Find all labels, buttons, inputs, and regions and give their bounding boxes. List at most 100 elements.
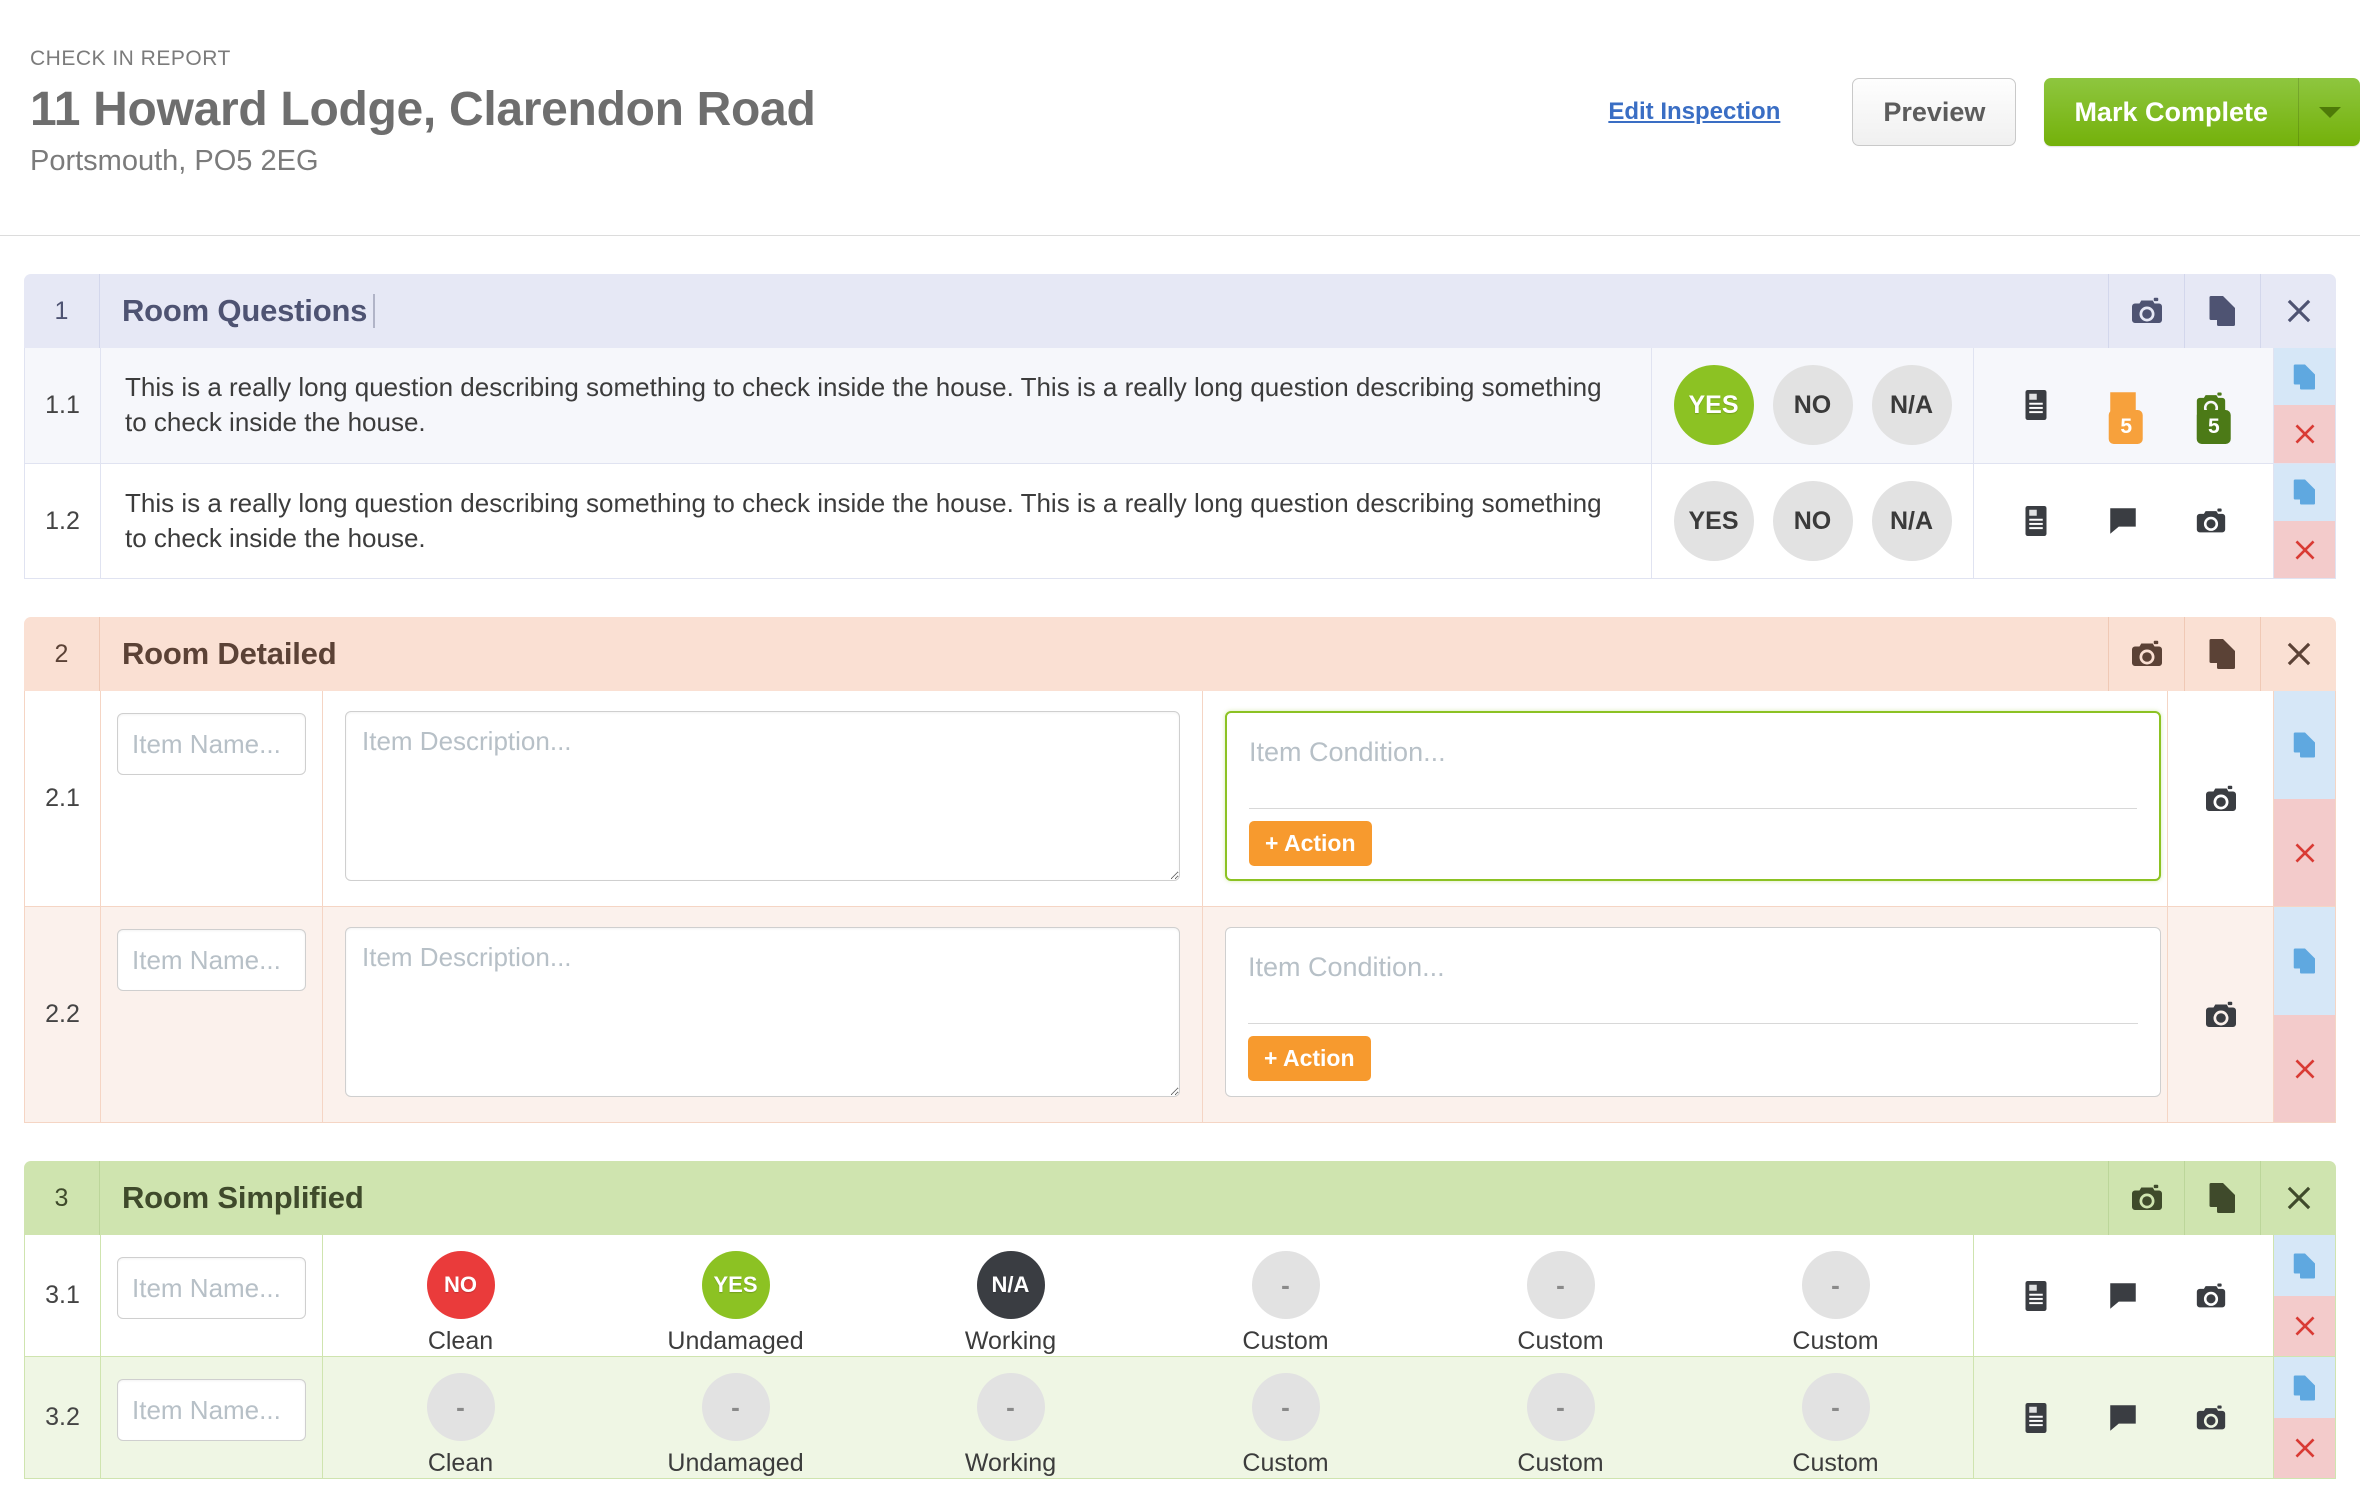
mark-complete-dropdown-button[interactable] <box>2298 78 2360 146</box>
camera-icon[interactable] <box>2167 907 2273 1123</box>
table-row: 2.1 Item Condition... + Action <box>24 691 2336 908</box>
duplicate-row-button[interactable] <box>2274 463 2335 522</box>
rating-toggle[interactable]: - <box>1526 1251 1595 1320</box>
comment-icon[interactable]: 5 <box>2095 372 2151 445</box>
item-condition-box[interactable]: Item Condition... + Action <box>1225 927 2161 1098</box>
answer-option-na[interactable]: N/A <box>1871 481 1952 562</box>
duplicate-row-button[interactable] <box>2274 1235 2335 1296</box>
delete-row-button[interactable] <box>2274 405 2335 463</box>
text-cursor <box>373 294 376 328</box>
rating-toggle[interactable]: - <box>1801 1373 1870 1442</box>
item-description-input[interactable] <box>345 711 1180 882</box>
item-condition-cell: Item Condition... + Action <box>1203 907 2167 1122</box>
section-duplicate-button[interactable] <box>2184 617 2260 692</box>
section-delete-button[interactable] <box>2260 617 2336 692</box>
rating-toggle[interactable]: - <box>1251 1251 1320 1320</box>
answer-option-no[interactable]: NO <box>1772 481 1853 562</box>
row-number: 2.1 <box>25 691 101 907</box>
text-cursor <box>342 637 344 671</box>
rating-toggle[interactable]: NO <box>426 1251 495 1320</box>
camera-icon[interactable]: 5 <box>2183 372 2239 445</box>
row-icons <box>1973 1235 2273 1357</box>
answer-option-na[interactable]: N/A <box>1871 365 1952 446</box>
section-camera-button[interactable] <box>2108 1161 2184 1236</box>
note-icon[interactable] <box>2008 1263 2064 1329</box>
add-action-button[interactable]: + Action <box>1248 1036 1371 1082</box>
mark-complete-button[interactable]: Mark Complete <box>2044 78 2298 146</box>
section-delete-button[interactable] <box>2260 1161 2336 1236</box>
add-action-button[interactable]: + Action <box>1249 821 1372 867</box>
delete-row-button[interactable] <box>2274 798 2335 907</box>
section-delete-button[interactable] <box>2260 274 2336 348</box>
rating-label: Custom <box>1242 1449 1329 1478</box>
rating-label: Custom <box>1242 1327 1329 1356</box>
table-row: 3.2 - Clean - Undamaged - Working - Cust… <box>24 1357 2336 1480</box>
item-name-input[interactable] <box>117 929 306 992</box>
item-description-cell <box>323 907 1203 1123</box>
camera-icon[interactable] <box>2183 1385 2239 1451</box>
section-duplicate-button[interactable] <box>2184 274 2260 348</box>
rating-toggle[interactable]: - <box>976 1373 1045 1442</box>
rating-toggle[interactable]: - <box>426 1373 495 1442</box>
row-number: 1.2 <box>25 463 101 579</box>
answer-option-yes[interactable]: YES <box>1673 481 1754 562</box>
rating-item: - Undamaged <box>598 1373 873 1478</box>
edit-inspection-link[interactable]: Edit Inspection <box>1608 98 1780 126</box>
item-condition-box[interactable]: Item Condition... + Action <box>1225 711 2161 882</box>
row-number: 1.1 <box>25 348 101 463</box>
row-actions <box>2273 1235 2335 1357</box>
note-icon[interactable] <box>2008 1385 2064 1451</box>
item-description-input[interactable] <box>345 927 1180 1098</box>
comment-icon[interactable] <box>2095 488 2151 554</box>
duplicate-row-button[interactable] <box>2274 1357 2335 1418</box>
rating-label: Custom <box>1517 1449 1604 1478</box>
table-row: 1.1 This is a really long question descri… <box>24 348 2336 464</box>
section-duplicate-button[interactable] <box>2184 1161 2260 1236</box>
camera-icon[interactable] <box>2183 488 2239 554</box>
camera-icon[interactable] <box>2183 1263 2239 1329</box>
item-name-input[interactable] <box>117 713 306 776</box>
row-actions <box>2273 463 2335 579</box>
section-title-field[interactable]: Room Questions <box>100 274 2108 348</box>
rating-toggle[interactable]: - <box>1801 1251 1870 1320</box>
item-condition-cell: Item Condition... + Action <box>1203 691 2167 906</box>
duplicate-row-button[interactable] <box>2274 691 2335 799</box>
row-actions <box>2273 1357 2335 1479</box>
note-icon[interactable] <box>2008 488 2064 554</box>
rating-toggle[interactable]: YES <box>701 1251 770 1320</box>
duplicate-row-button[interactable] <box>2274 348 2335 406</box>
rating-item: - Clean <box>323 1373 598 1478</box>
photo-count-badge: 5 <box>2196 410 2231 445</box>
question-text: This is a really long question describin… <box>125 487 1602 554</box>
comment-icon[interactable] <box>2095 1385 2151 1451</box>
row-icons <box>1973 463 2273 579</box>
page-header: CHECK IN REPORT 11 Howard Lodge, Clarend… <box>0 0 2360 236</box>
rating-label: Working <box>964 1449 1057 1478</box>
preview-button[interactable]: Preview <box>1852 78 2017 146</box>
rating-item: N/A Working <box>873 1251 1148 1356</box>
delete-row-button[interactable] <box>2274 1417 2335 1479</box>
answer-option-no[interactable]: NO <box>1772 365 1853 446</box>
comment-icon[interactable] <box>2095 1263 2151 1329</box>
note-icon[interactable] <box>2008 372 2064 438</box>
section-title-field[interactable]: Room Simplified <box>100 1161 2108 1235</box>
section-title-field[interactable]: Room Detailed <box>100 617 2108 691</box>
rating-toggle[interactable]: - <box>701 1373 770 1442</box>
rating-item: - Custom <box>1698 1251 1973 1356</box>
report-type-eyebrow: CHECK IN REPORT <box>30 47 231 70</box>
section-camera-button[interactable] <box>2108 274 2184 348</box>
delete-row-button[interactable] <box>2274 1014 2335 1123</box>
rating-toggle[interactable]: N/A <box>976 1251 1045 1320</box>
item-condition-placeholder: Item Condition... <box>1249 737 2137 810</box>
answer-option-yes[interactable]: YES <box>1673 365 1754 446</box>
section-camera-button[interactable] <box>2108 617 2184 692</box>
item-name-input[interactable] <box>117 1257 306 1320</box>
delete-row-button[interactable] <box>2274 1295 2335 1357</box>
duplicate-row-button[interactable] <box>2274 907 2335 1015</box>
camera-icon[interactable] <box>2167 691 2273 907</box>
delete-row-button[interactable] <box>2274 521 2335 579</box>
rating-toggle[interactable]: - <box>1251 1373 1320 1442</box>
table-row: 2.2 Item Condition... + Action <box>24 907 2336 1124</box>
rating-toggle[interactable]: - <box>1526 1373 1595 1442</box>
item-name-input[interactable] <box>117 1379 306 1442</box>
